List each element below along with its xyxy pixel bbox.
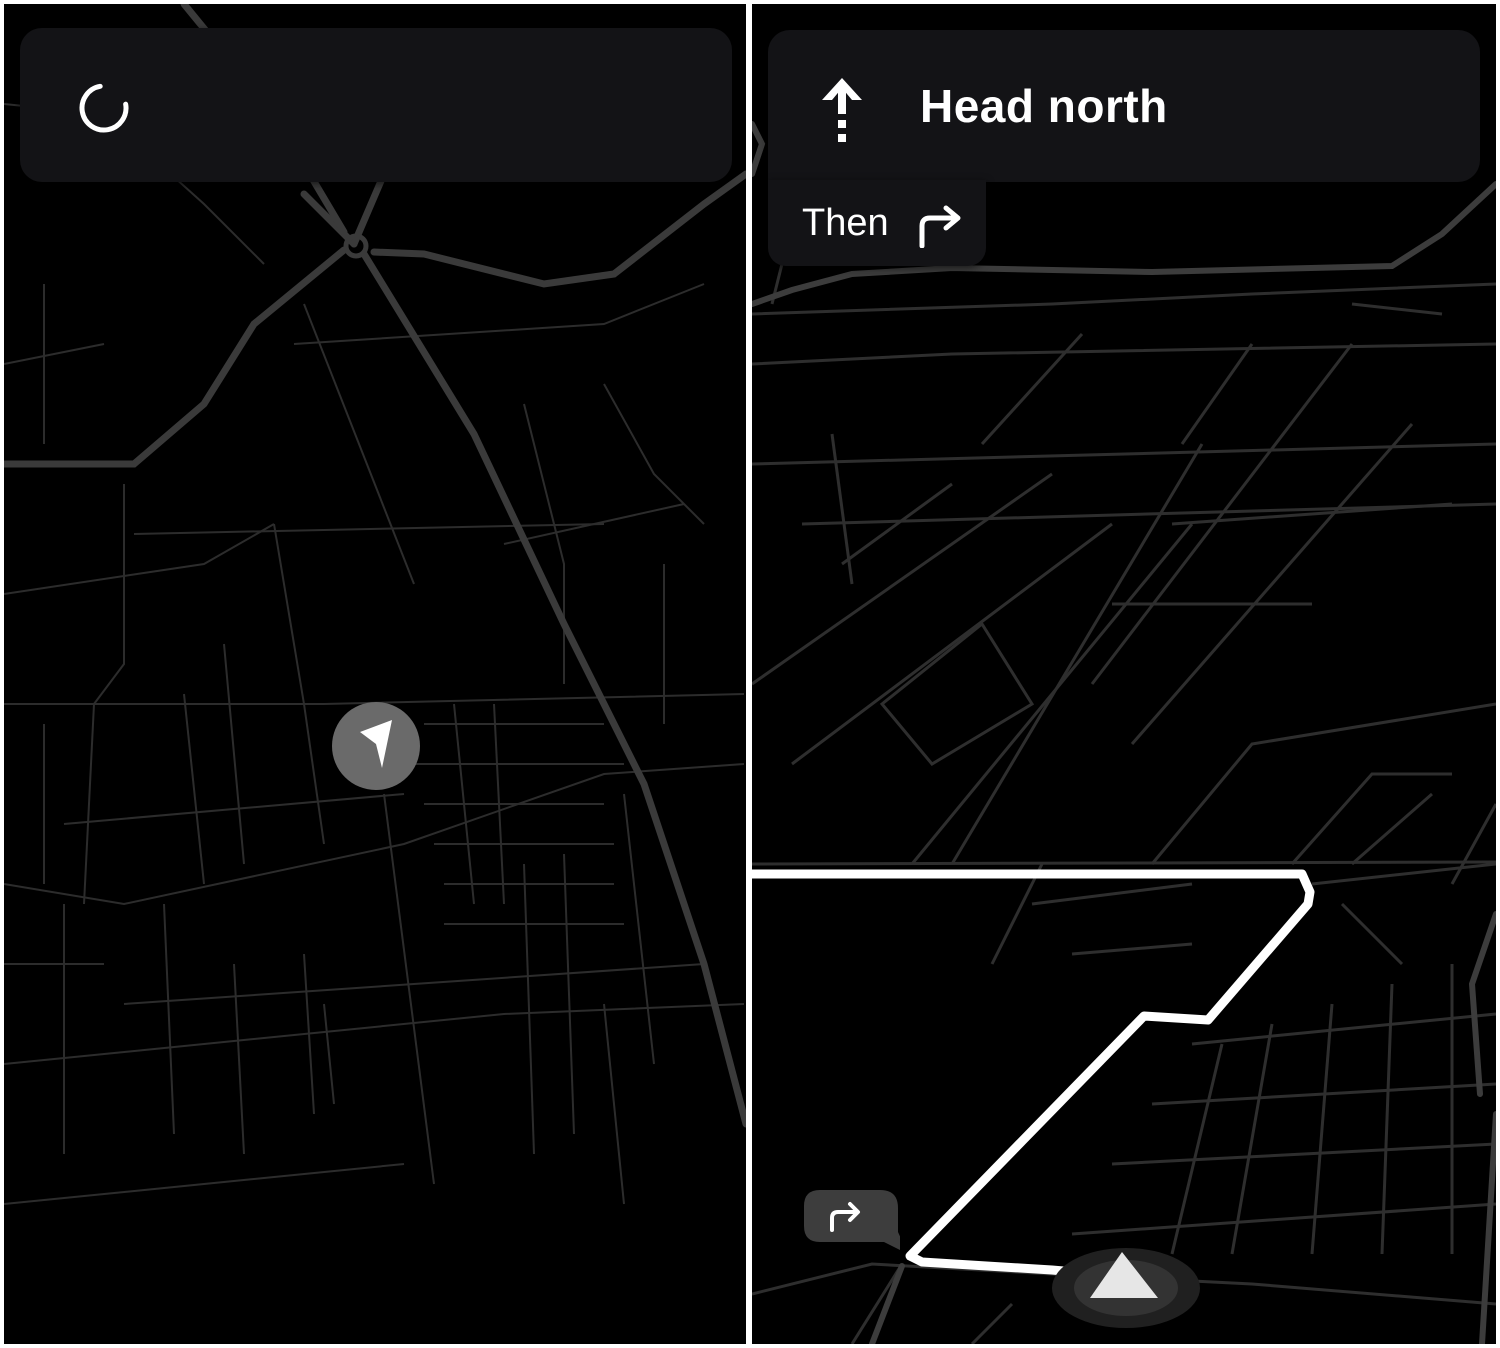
current-location-marker — [332, 702, 420, 790]
right-screen: Head north Then — [752, 4, 1496, 1344]
instruction-text: Head north — [920, 80, 1168, 132]
next-maneuver-label: Then — [802, 202, 889, 244]
loading-spinner-icon — [79, 83, 129, 133]
map-view[interactable] — [4, 4, 746, 1344]
loading-banner — [20, 28, 732, 182]
turn-callout — [804, 1190, 900, 1250]
current-location-marker — [1052, 1248, 1200, 1328]
left-screen — [4, 4, 746, 1344]
straight-arrow-icon — [822, 78, 862, 142]
next-maneuver-chip[interactable]: Then — [768, 180, 986, 266]
turn-right-icon — [919, 205, 961, 248]
instruction-banner[interactable]: Head north — [768, 30, 1480, 182]
